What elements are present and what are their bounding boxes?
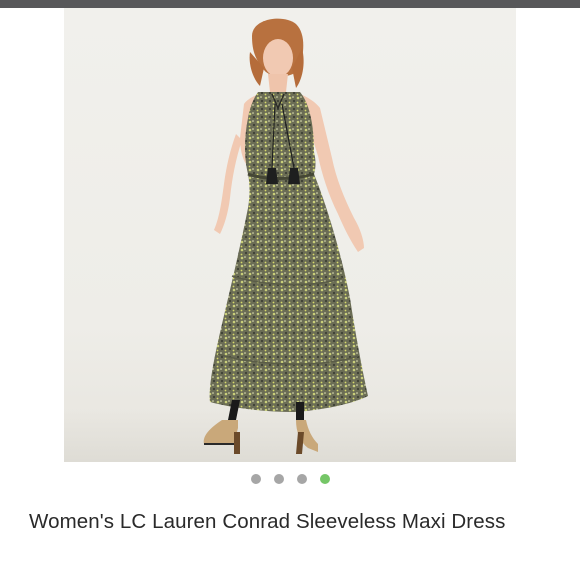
product-image[interactable] bbox=[64, 8, 516, 462]
carousel-dot-2[interactable] bbox=[273, 474, 284, 484]
image-carousel-dots bbox=[0, 473, 580, 485]
carousel-dot-4[interactable] bbox=[319, 474, 330, 484]
carousel-dot-1[interactable] bbox=[250, 474, 261, 484]
top-bar bbox=[0, 0, 580, 8]
product-title: Women's LC Lauren Conrad Sleeveless Maxi… bbox=[29, 510, 506, 533]
model-illustration bbox=[64, 18, 516, 462]
product-page: Women's LC Lauren Conrad Sleeveless Maxi… bbox=[0, 0, 580, 580]
carousel-dot-3[interactable] bbox=[296, 474, 307, 484]
